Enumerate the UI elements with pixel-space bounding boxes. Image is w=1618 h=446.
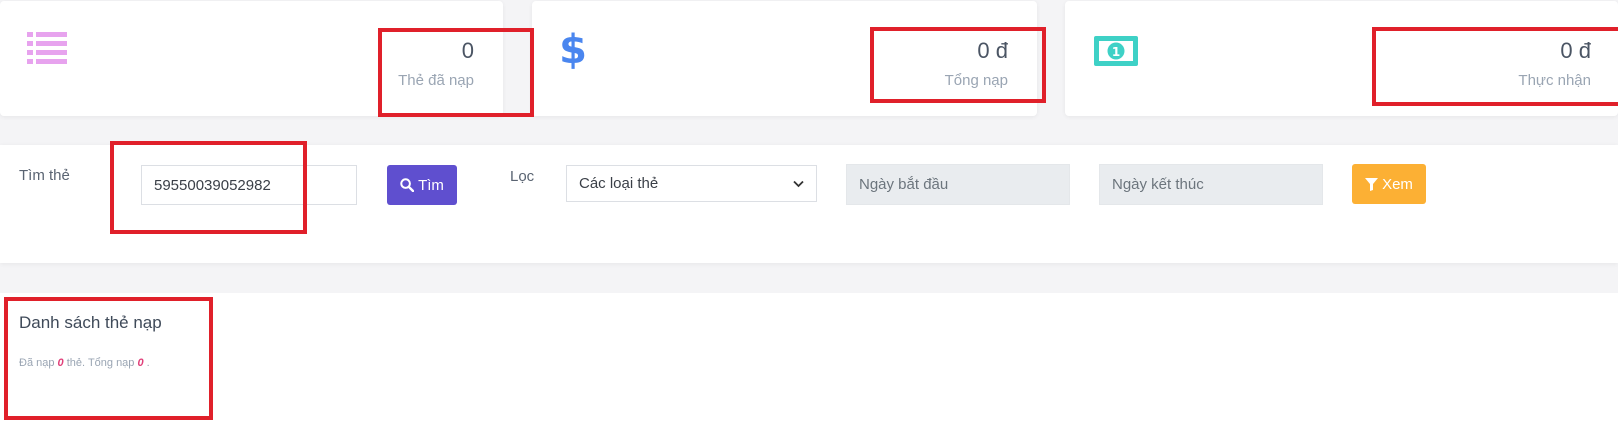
search-icon	[400, 178, 415, 192]
summary-total: 0	[137, 357, 144, 369]
chevron-down-icon	[793, 180, 804, 187]
card-search-input[interactable]	[141, 165, 357, 205]
start-date-input[interactable]	[846, 164, 1070, 205]
stat-label: Thực nhận	[1518, 72, 1591, 89]
search-button-label: Tìm	[418, 176, 444, 194]
stat-card-cards-loaded: 0 Thẻ đã nạp	[0, 1, 503, 116]
view-button[interactable]: Xem	[1352, 164, 1426, 204]
dollar-icon: $	[559, 25, 587, 76]
list-summary: Đã nạp 0 thẻ. Tổng nạp 0 .	[19, 357, 150, 369]
stat-card-total-deposit: $ 0 đ Tổng nạp	[532, 1, 1037, 116]
stat-value: 0	[461, 38, 474, 63]
card-type-selected: Các loại thẻ	[579, 175, 659, 192]
stat-card-net-received: 1 0 đ Thực nhận	[1065, 1, 1618, 116]
summary-count: 0	[57, 357, 64, 369]
card-type-select[interactable]: Các loại thẻ	[566, 165, 817, 202]
stat-value: 0 đ	[977, 38, 1008, 63]
svg-text:1: 1	[1112, 45, 1120, 59]
summary-prefix: Đã nạp	[19, 357, 55, 369]
end-date-input[interactable]	[1099, 164, 1323, 205]
summary-suffix: .	[146, 357, 150, 369]
list-icon	[27, 32, 67, 69]
summary-middle: thẻ. Tổng nạp	[66, 357, 135, 369]
stat-label: Thẻ đã nạp	[398, 72, 474, 89]
filter-label: Lọc	[510, 168, 535, 185]
banknote-icon: 1	[1094, 36, 1138, 71]
filter-icon	[1365, 177, 1379, 191]
view-button-label: Xem	[1382, 175, 1413, 193]
stat-label: Tổng nạp	[944, 72, 1008, 89]
stat-value: 0 đ	[1560, 38, 1591, 63]
svg-text:$: $	[560, 27, 586, 71]
search-label: Tìm thẻ	[19, 167, 70, 184]
search-button[interactable]: Tìm	[387, 165, 457, 205]
list-title: Danh sách thẻ nạp	[19, 313, 162, 332]
card-list-panel	[0, 293, 1618, 446]
